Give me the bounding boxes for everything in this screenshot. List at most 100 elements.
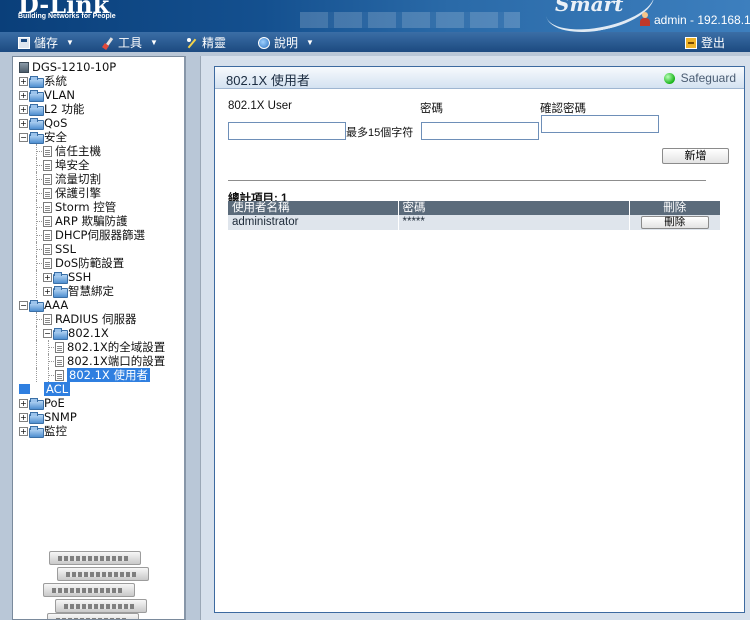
page-icon: [55, 369, 64, 381]
tree-item-8021x-global-settings[interactable]: 802.1X的全域設置: [19, 340, 184, 354]
cell-username: administrator: [228, 215, 399, 230]
panel-header: 802.1X 使用者 Safeguard: [215, 67, 744, 89]
cell-delete: 刪除: [629, 215, 720, 230]
chevron-down-icon: ▼: [66, 38, 74, 47]
expand-icon[interactable]: +: [19, 104, 28, 114]
tree-item-safeguard-engine[interactable]: 保護引擎: [19, 186, 184, 200]
tree-item-snmp[interactable]: + SNMP: [19, 410, 184, 424]
tools-icon: [102, 37, 114, 49]
safeguard-label: Safeguard: [680, 71, 736, 85]
folder-icon: [53, 272, 68, 284]
tree-item-label: 流量切割: [55, 172, 101, 186]
expand-icon[interactable]: +: [19, 76, 28, 86]
folder-open-icon: [29, 132, 44, 144]
menu-save[interactable]: 儲存 ▼: [18, 34, 74, 51]
password-input[interactable]: [421, 122, 539, 140]
tree-item-qos[interactable]: + QoS: [19, 116, 184, 130]
expand-icon[interactable]: +: [19, 90, 28, 100]
tree-item-trusted-host[interactable]: 信任主機: [19, 144, 184, 158]
tree-item-aaa[interactable]: − AAA: [19, 298, 184, 312]
tree-item-label: VLAN: [44, 88, 76, 102]
tree-item-label: PoE: [44, 396, 65, 410]
tree-item-port-security[interactable]: 埠安全: [19, 158, 184, 172]
tree-item-smart-binding[interactable]: + 智慧綁定: [19, 284, 184, 298]
user-info: admin - 192.168.1: [640, 12, 750, 27]
tree-item-ssl[interactable]: SSL: [19, 242, 184, 256]
menu-tools[interactable]: 工具 ▼: [102, 34, 158, 51]
page-icon: [43, 313, 52, 325]
user-icon: [640, 12, 650, 26]
collapse-icon[interactable]: −: [19, 132, 28, 142]
confirm-password-input[interactable]: [541, 115, 659, 133]
folder-open-icon: [29, 300, 44, 312]
user-input[interactable]: [228, 122, 346, 140]
delete-button[interactable]: 刪除: [640, 216, 709, 229]
expand-icon[interactable]: +: [43, 286, 52, 296]
tree-item-radius-server[interactable]: RADIUS 伺服器: [19, 312, 184, 326]
tree-item-8021x-port-settings[interactable]: 802.1X端口的設置: [19, 354, 184, 368]
folder-open-icon: [53, 328, 68, 340]
tree-item-label: 智慧綁定: [68, 284, 114, 298]
tree-item-dhcp-server-screening[interactable]: DHCP伺服器篩選: [19, 228, 184, 242]
expand-icon[interactable]: +: [19, 426, 28, 436]
expand-icon[interactable]: +: [19, 118, 28, 128]
switch-ports-graphic: [300, 12, 520, 28]
collapse-icon[interactable]: −: [43, 328, 52, 338]
collapse-icon[interactable]: −: [19, 300, 28, 310]
password-label: 密碼: [420, 103, 443, 115]
menu-help[interactable]: 說明 ▼: [258, 34, 314, 51]
menu-help-label: 說明: [274, 36, 299, 50]
tree-item-label: DoS防範設置: [55, 256, 125, 270]
page-icon: [43, 243, 52, 255]
page-icon: [43, 257, 52, 269]
tree-item-label: ACL: [44, 382, 71, 396]
folder-icon: [29, 398, 44, 410]
folder-icon: [29, 104, 44, 116]
tree-item-vlan[interactable]: + VLAN: [19, 88, 184, 102]
menu-tools-label: 工具: [118, 36, 143, 50]
tree-item-label: SSH: [68, 270, 92, 284]
confirm-password-label: 確認密碼: [540, 103, 586, 115]
product-line-logo: Smart: [555, 0, 624, 16]
tree-item-traffic-segmentation[interactable]: 流量切割: [19, 172, 184, 186]
tree-item-8021x[interactable]: − 802.1X: [19, 326, 184, 340]
tree-item-label: 埠安全: [55, 158, 90, 172]
page-icon: [55, 341, 64, 353]
menu-wizard[interactable]: 精靈: [186, 34, 226, 51]
add-button[interactable]: 新增: [662, 148, 729, 164]
switch-stack-image: [41, 551, 159, 619]
tree-item-security[interactable]: − 安全: [19, 130, 184, 144]
folder-icon: [29, 412, 44, 424]
expand-icon[interactable]: +: [43, 272, 52, 282]
users-table: 使用者名稱 密碼 刪除 administrator ***** 刪除: [228, 201, 720, 230]
tree-item-label: 信任主機: [55, 144, 101, 158]
user-panel: 802.1X 使用者 Safeguard 802.1X User 密碼 確認密碼…: [214, 66, 745, 613]
tree-item-8021x-users[interactable]: 802.1X 使用者: [19, 368, 184, 382]
tree-item-label: RADIUS 伺服器: [55, 312, 137, 326]
column-header-password: 密碼: [398, 201, 630, 215]
logout-button[interactable]: 登出: [685, 34, 725, 51]
tree-item-poe[interactable]: + PoE: [19, 396, 184, 410]
folder-icon: [29, 76, 44, 88]
tree-item-dos-prevention[interactable]: DoS防範設置: [19, 256, 184, 270]
tree-item-label: Storm 控管: [55, 200, 117, 214]
expand-icon[interactable]: +: [19, 398, 28, 408]
folder-icon: [53, 286, 68, 298]
page-icon: [43, 201, 52, 213]
tree-item-l2-features[interactable]: + L2 功能: [19, 102, 184, 116]
tree-item-monitoring[interactable]: + 監控: [19, 424, 184, 438]
tree-item-system[interactable]: + 系統: [19, 74, 184, 88]
expand-icon[interactable]: +: [19, 412, 28, 422]
tree-item-storm-control[interactable]: Storm 控管: [19, 200, 184, 214]
tree-item-acl[interactable]: ACL: [19, 382, 184, 396]
menu-wizard-label: 精靈: [202, 36, 227, 50]
tree-item-arp-spoofing[interactable]: ARP 欺騙防護: [19, 214, 184, 228]
chevron-down-icon: ▼: [150, 38, 158, 47]
table-header-row: 使用者名稱 密碼 刪除: [228, 201, 720, 215]
tree-item-label: AAA: [44, 298, 69, 312]
tree-item-label: ARP 欺騙防護: [55, 214, 128, 228]
tree-root[interactable]: DGS-1210-10P: [19, 60, 184, 74]
tree-item-ssh[interactable]: + SSH: [19, 270, 184, 284]
folder-icon: [29, 426, 44, 438]
content-frame: 802.1X 使用者 Safeguard 802.1X User 密碼 確認密碼…: [200, 56, 750, 620]
